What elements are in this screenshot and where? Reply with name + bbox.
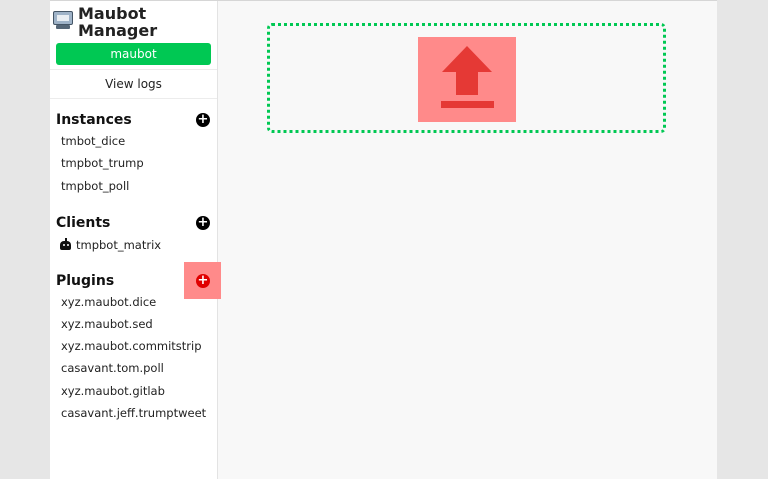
instance-item[interactable]: tmpbot_trump — [61, 156, 144, 170]
plugin-item[interactable]: xyz.maubot.sed — [61, 317, 153, 331]
add-client-button[interactable]: + — [196, 216, 210, 230]
plus-icon: + — [197, 215, 209, 230]
plugin-item[interactable]: casavant.tom.poll — [61, 361, 164, 375]
client-item[interactable]: tmpbot_matrix — [59, 238, 161, 252]
sidebar: Maubot Manager maubot View logs Instance… — [50, 1, 221, 479]
plugins-heading: Plugins — [56, 273, 115, 289]
plugin-item[interactable]: xyz.maubot.gitlab — [61, 384, 165, 398]
maubot-logo-icon — [52, 10, 74, 30]
upload-button[interactable] — [418, 37, 516, 122]
view-logs-button[interactable]: View logs — [50, 69, 217, 99]
add-instance-button[interactable]: + — [196, 113, 210, 127]
plugin-item[interactable]: xyz.maubot.commitstrip — [61, 339, 202, 353]
plus-icon: + — [197, 273, 209, 288]
add-plugin-button[interactable]: + — [196, 274, 210, 288]
app-header: Maubot Manager — [52, 5, 168, 39]
plugin-upload-dropzone[interactable] — [267, 23, 666, 133]
robot-icon — [59, 238, 72, 250]
user-button[interactable]: maubot — [56, 43, 211, 65]
clients-heading: Clients — [56, 215, 111, 231]
main-panel — [218, 1, 717, 479]
upload-icon — [441, 46, 494, 108]
plus-icon: + — [197, 112, 209, 127]
add-plugin-highlight: + — [184, 262, 221, 299]
client-item-label: tmpbot_matrix — [76, 238, 162, 252]
app-window: Maubot Manager maubot View logs Instance… — [50, 0, 717, 479]
app-title: Maubot Manager — [78, 4, 158, 40]
instance-item[interactable]: tmpbot_poll — [61, 179, 129, 193]
plugin-item[interactable]: xyz.maubot.dice — [61, 295, 156, 309]
instance-item[interactable]: tmbot_dice — [61, 134, 125, 148]
plugin-item[interactable]: casavant.jeff.trumptweet — [61, 406, 206, 420]
instances-heading: Instances — [56, 112, 132, 128]
